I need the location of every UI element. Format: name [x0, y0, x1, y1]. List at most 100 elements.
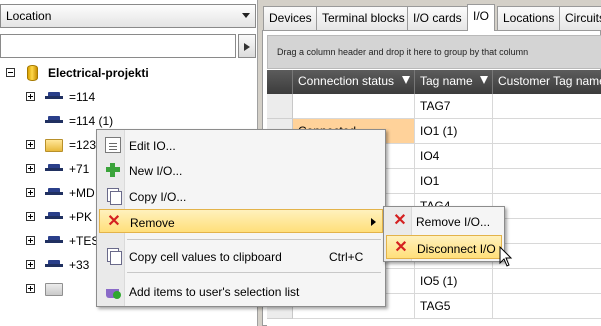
tree-item-label: +TES — [69, 234, 100, 248]
tab-locations[interactable]: Locations — [497, 6, 561, 30]
tree-item-label: +MD — [69, 186, 95, 200]
group-by-hint: Drag a column header and drop it here to… — [277, 47, 529, 57]
menu-item-label: Remove I/O... — [416, 215, 491, 229]
table-cell[interactable] — [493, 144, 601, 169]
filter-icon[interactable] — [402, 76, 410, 84]
table-cell[interactable] — [493, 294, 601, 319]
disconnect-x-icon: ✕ — [394, 239, 408, 256]
column-header-tag-name[interactable]: Tag name — [415, 70, 493, 94]
collapse-icon[interactable] — [6, 68, 15, 77]
table-cell[interactable]: IO4 — [415, 144, 493, 169]
table-cell[interactable] — [293, 94, 415, 119]
tree-item-label: =123 — [69, 138, 97, 152]
tab-io-cards[interactable]: I/O cards — [407, 6, 468, 30]
selection-basket-icon — [105, 283, 121, 299]
device-icon — [45, 210, 63, 223]
column-header-label: Tag name — [420, 74, 473, 88]
menu-item-remove[interactable]: ✕ Remove — [99, 209, 383, 233]
menu-item-remove-io[interactable]: ✕ Remove I/O... — [386, 209, 502, 233]
table-cell[interactable]: TAG5 — [415, 294, 493, 319]
tab-devices[interactable]: Devices — [263, 6, 318, 30]
location-combobox-value: Location — [6, 9, 52, 23]
mouse-pointer-icon — [499, 246, 513, 267]
table-cell[interactable] — [493, 119, 601, 144]
tree-item-root[interactable]: Electrical-projekti — [0, 62, 258, 84]
tree-item-label: +33 — [69, 258, 90, 272]
expand-icon[interactable] — [26, 164, 35, 173]
table-cell[interactable]: IO5 (1) — [415, 269, 493, 294]
add-plus-icon — [105, 162, 121, 178]
project-database-icon — [27, 65, 38, 81]
column-header-label: Customer Tag name — [498, 74, 601, 88]
menu-item-shortcut: Ctrl+C — [329, 250, 364, 264]
chevron-down-icon[interactable] — [242, 13, 250, 18]
clipboard-copy-icon — [105, 248, 122, 265]
menu-separator — [127, 239, 381, 240]
menu-item-add-to-selection-list[interactable]: Add items to user's selection list — [99, 279, 383, 303]
menu-item-label: Remove — [130, 216, 175, 230]
location-combobox[interactable]: Location — [0, 4, 256, 28]
expand-icon[interactable] — [26, 188, 35, 197]
expand-icon[interactable] — [26, 140, 35, 149]
table-cell[interactable]: TAG7 — [415, 94, 493, 119]
row-selector[interactable] — [267, 94, 293, 119]
table-cell[interactable] — [493, 169, 601, 194]
menu-item-edit-io[interactable]: Edit IO... — [99, 133, 383, 157]
filter-icon[interactable] — [480, 76, 488, 84]
expand-icon[interactable] — [26, 92, 35, 101]
tab-circuits[interactable]: Circuits — [559, 6, 601, 30]
tree-filter-input[interactable] — [0, 34, 236, 58]
column-header-connection-status[interactable]: Connection status — [293, 70, 415, 94]
column-header-label: Connection status — [298, 74, 395, 88]
table-cell[interactable]: IO1 (1) — [415, 119, 493, 144]
folder-icon — [45, 139, 63, 152]
menu-separator — [127, 272, 381, 273]
group-by-area[interactable]: Drag a column header and drop it here to… — [267, 35, 601, 69]
menu-item-label: Edit IO... — [129, 139, 176, 153]
remove-x-icon: ✕ — [107, 213, 121, 230]
table-cell[interactable] — [493, 94, 601, 119]
edit-document-icon — [105, 137, 121, 153]
expand-icon[interactable] — [26, 284, 35, 293]
menu-item-label: Disconnect I/O — [417, 242, 496, 256]
tab-strip: Devices Terminal blocks I/O cards I/O Lo… — [262, 0, 601, 31]
menu-item-copy-io[interactable]: Copy I/O... — [99, 184, 383, 208]
menu-item-label: Copy cell values to clipboard — [129, 250, 282, 264]
device-icon — [45, 162, 63, 175]
menu-item-label: Add items to user's selection list — [129, 285, 300, 299]
device-icon — [45, 234, 63, 247]
table-cell[interactable]: IO1 — [415, 169, 493, 194]
menu-item-label: Copy I/O... — [129, 190, 187, 204]
device-icon — [45, 90, 63, 103]
device-icon — [45, 186, 63, 199]
tab-io[interactable]: I/O — [467, 4, 496, 31]
device-icon — [45, 258, 63, 271]
expand-icon[interactable] — [26, 236, 35, 245]
menu-item-label: New I/O... — [129, 164, 183, 178]
expand-icon[interactable] — [26, 260, 35, 269]
tree-item-label: +71 — [69, 162, 90, 176]
remove-x-icon: ✕ — [393, 212, 407, 229]
tree-item-label: =114 (1) — [69, 114, 114, 128]
remove-submenu: ✕ Remove I/O... ✕ Disconnect I/O — [383, 206, 505, 262]
copy-icon — [105, 188, 122, 205]
row-selector-header — [267, 70, 293, 94]
arrow-right-icon — [244, 43, 250, 51]
folder-icon — [45, 283, 63, 296]
table-cell[interactable] — [493, 194, 601, 219]
menu-item-copy-cell-values[interactable]: Copy cell values to clipboard Ctrl+C — [99, 244, 383, 268]
expand-icon[interactable] — [26, 212, 35, 221]
menu-item-disconnect-io[interactable]: ✕ Disconnect I/O — [386, 235, 502, 259]
menu-item-new-io[interactable]: New I/O... — [99, 158, 383, 182]
column-header-customer-tag-name[interactable]: Customer Tag name — [493, 70, 601, 94]
submenu-arrow-icon — [371, 218, 376, 226]
table-cell[interactable] — [493, 269, 601, 294]
tab-terminal-blocks[interactable]: Terminal blocks — [316, 6, 411, 30]
tree-item-label: =114 — [69, 90, 96, 104]
tree-item-label: Electrical-projekti — [48, 66, 149, 80]
tree-filter-go-button[interactable] — [238, 34, 256, 58]
device-icon — [45, 114, 63, 127]
table-cell[interactable] — [493, 219, 601, 244]
tree-item-label: +PK — [69, 210, 93, 224]
tree-item[interactable]: =114 — [0, 86, 258, 108]
